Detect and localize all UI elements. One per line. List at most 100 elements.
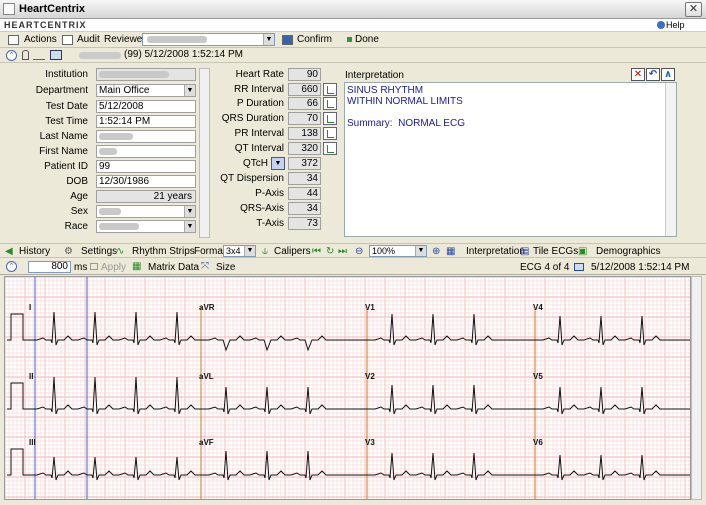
lead-label: V4 [533,303,543,312]
t-axis-value: 73 [288,217,321,230]
qtc-formula-dropdown[interactable]: ▼ [271,157,285,170]
qt-interval-label: QT Interval [234,143,284,154]
patient-id-field[interactable]: 99 [96,160,196,173]
first-icon[interactable]: ⏮ [312,246,321,257]
last-name-field[interactable] [96,130,196,143]
actions-menu[interactable]: Actions [24,34,57,45]
demographics-icon[interactable]: ▣ [578,246,587,257]
pr-interval-value: 138 [288,127,321,140]
reviewer-label: Reviewer [104,34,146,45]
heart-rate-value: 90 [288,68,321,81]
chevron-down-icon[interactable]: ▼ [184,85,195,96]
collapse-icon[interactable]: ⌃ [6,50,17,61]
test-time-field[interactable]: 1:52:14 PM [96,115,196,128]
first-name-field[interactable] [96,145,196,158]
apply-icon [90,263,98,270]
title-bar: HeartCentrix ✕ [0,0,706,19]
done-icon[interactable] [347,37,352,42]
ecg-grid[interactable]: IaVR V1 V4 II aVL V2 V5 III aVF V3 V6 [5,277,691,500]
race-select[interactable]: ▼ [96,220,196,233]
qrs-axis-value: 34 [288,202,321,215]
settings-icon[interactable]: ⚙ [64,246,73,257]
chevron-down-icon[interactable]: ▼ [415,246,426,256]
help-icon[interactable] [657,21,665,29]
close-button[interactable]: ✕ [685,2,702,17]
app-icon [3,3,15,15]
interpretation-title: Interpretation [345,70,404,81]
interpretation-scrollbar[interactable] [665,83,676,236]
audit-menu[interactable]: Audit [77,34,100,45]
demographics-scrollbar[interactable] [199,68,210,238]
tile-ecgs-button[interactable]: Tile ECGs [533,246,578,257]
confirm-button[interactable]: Confirm [297,34,332,45]
sex-select[interactable]: ▼ [96,205,196,218]
chevron-down-icon[interactable]: ▼ [263,34,274,45]
delete-icon[interactable]: ✕ [631,68,645,81]
zoom-select[interactable]: 100% ▼ [369,245,427,257]
qt-dispersion-label: QT Dispersion [220,173,284,184]
lead-label: aVL [199,372,214,381]
interpretation-toggle[interactable]: Interpretation [466,246,525,257]
audit-icon[interactable] [62,35,73,45]
pr-wave-icon[interactable] [323,127,337,140]
calipers-icon[interactable]: ⫝ [262,246,268,257]
interpretation-textbox[interactable]: SINUS RHYTHM WITHIN NORMAL LIMITS Summar… [344,82,677,237]
rhythm-wave-icon[interactable]: ∿ [116,246,124,257]
dob-field[interactable]: 12/30/1986 [96,175,196,188]
grid-icon [50,50,62,60]
rr-wave-icon[interactable] [323,83,337,96]
institution-label: Institution [45,69,88,80]
main-toolbar: Actions Audit Reviewer ▼ Confirm Done [0,32,706,48]
refresh-icon[interactable]: ↻ [326,246,334,257]
save-icon[interactable] [282,35,293,45]
back-arrow-icon[interactable]: ◀ [5,246,13,257]
department-label: Department [35,85,88,96]
matrix-icon[interactable]: ▦ [132,261,141,272]
resize-icon[interactable]: ⤧ [201,261,209,272]
matrix-data-button[interactable]: Matrix Data [148,262,199,273]
lead-label: III [29,438,36,447]
help-link[interactable]: Help [666,20,685,30]
ecg-display[interactable]: IaVR V1 V4 II aVL V2 V5 III aVF V3 V6 [4,276,691,500]
format-label: Format [194,246,226,257]
ecg-scrollbar[interactable] [691,276,702,500]
chevron-down-icon[interactable]: ▼ [244,246,255,256]
zoom-out-icon[interactable]: ⊖ [355,246,363,257]
qrs-wave-icon[interactable] [323,112,337,125]
qtch-value: 372 [288,157,321,170]
lead-label: aVR [199,303,215,312]
interpretation-text: SINUS RHYTHM WITHIN NORMAL LIMITS Summar… [347,85,465,129]
department-select[interactable]: Main Office ▼ [96,84,196,97]
dob-label: DOB [66,176,88,187]
last-icon[interactable]: ⏭ [338,246,347,257]
actions-icon[interactable] [8,35,19,45]
demographics-toggle[interactable]: Demographics [596,246,660,257]
tile-icon[interactable]: ▤ [520,246,529,257]
undo-icon[interactable]: ↶ [646,68,660,81]
calipers-button[interactable]: Calipers [274,246,311,257]
p-wave-icon[interactable] [323,97,337,110]
ecg-count: ECG 4 of 4 [520,262,570,273]
history-button[interactable]: History [19,246,50,257]
settings-button[interactable]: Settings [81,246,117,257]
interval-input[interactable]: 800 [28,261,71,273]
test-date-field[interactable]: 5/12/2008 [96,100,196,113]
statement-icon[interactable]: ∧ [661,68,675,81]
rhythm-strips-button[interactable]: Rhythm Strips [132,246,195,257]
age-label: Age [70,191,88,202]
qt-wave-icon[interactable] [323,142,337,155]
collapse-icon[interactable]: ⌃ [6,261,17,272]
chevron-down-icon[interactable]: ▼ [184,221,195,232]
reviewer-select[interactable]: ▼ [142,33,275,46]
size-button[interactable]: Size [216,262,235,273]
done-button[interactable]: Done [355,34,379,45]
age-field: 21 years [96,190,196,203]
interpretation-panel-icon[interactable]: ▦ [446,246,455,257]
format-select[interactable]: 3x4 ▼ [223,245,256,257]
zoom-in-icon[interactable]: ⊕ [432,246,440,257]
demographics-panel: Institution Department Main Office ▼ Tes… [4,65,210,239]
chevron-down-icon[interactable]: ▼ [184,206,195,217]
calendar-icon [574,263,584,271]
apply-button[interactable]: Apply [101,262,126,273]
interval-unit: ms [74,262,88,273]
